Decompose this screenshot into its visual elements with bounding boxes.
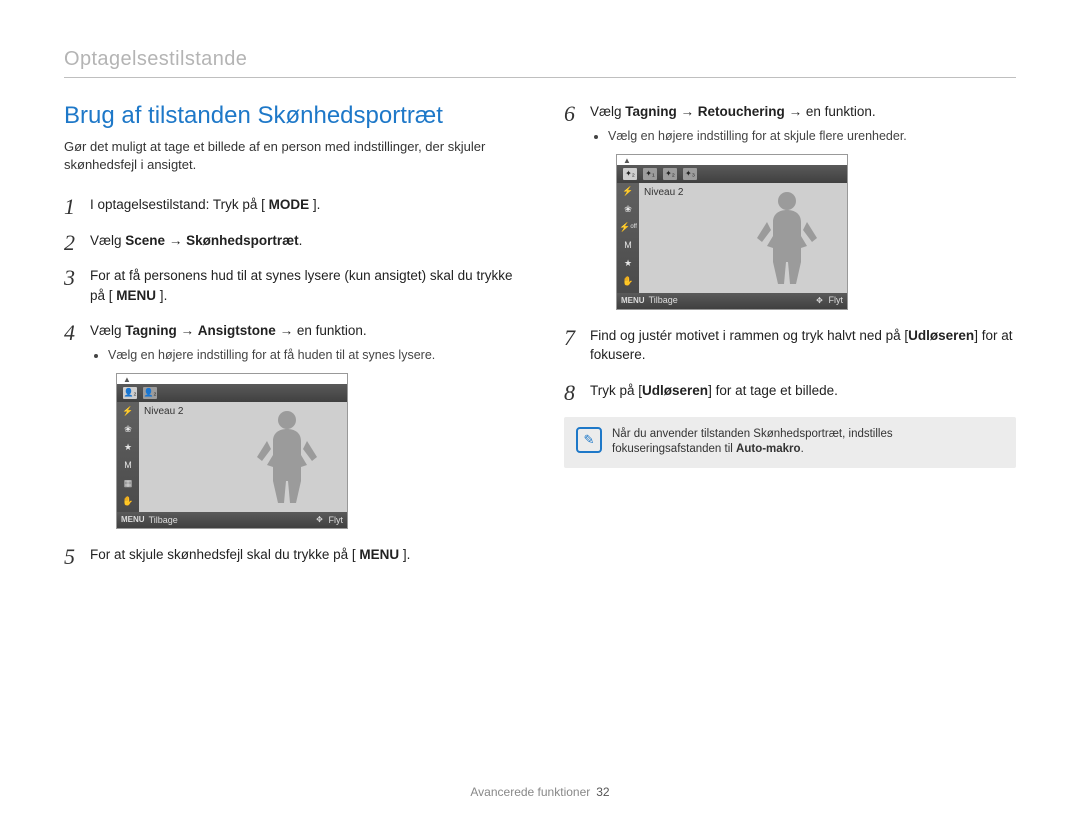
stabilizer-icon: ✋ bbox=[621, 276, 635, 288]
face-detect-icon: ★ bbox=[621, 258, 635, 270]
info-note: ✎ Når du anvender tilstanden Skønhedspor… bbox=[564, 417, 1016, 468]
right-column: 6 Vælg Tagning → Retouchering → en funkt… bbox=[564, 102, 1016, 468]
step-text: I optagelsestilstand: Tryk på bbox=[90, 197, 261, 212]
step-text: For at skjule skønhedsfejl skal du trykk… bbox=[90, 547, 352, 562]
cam-back-label: Tilbage bbox=[649, 294, 678, 307]
cam-sidebar: ⚡ ❀ ⚡off M ★ ✋ bbox=[617, 183, 639, 293]
camera-screenshot: ▲ ✦₂ ✦₁ ✦₂ ✦₃ ⚡ ❀ ⚡off M bbox=[616, 154, 848, 310]
cam-tab-bar: ✦₂ ✦₁ ✦₂ ✦₃ bbox=[617, 165, 847, 183]
menu-key: MENU bbox=[352, 547, 407, 562]
cam-move-label: Flyt bbox=[829, 294, 844, 307]
cam-tab-icon: 👤₂ bbox=[143, 387, 157, 399]
section-header: Optagelsestilstande bbox=[64, 48, 1016, 78]
cam-sidebar: ⚡ ❀ ★ M ▦ ✋ bbox=[117, 402, 139, 512]
sub-bullet: Vælg en højere indstilling for at skjule… bbox=[608, 128, 1016, 144]
note-text: Når du anvender tilstanden Skønhedsportr… bbox=[612, 427, 1004, 458]
cam-tab-bar: 👤₂ 👤₂ bbox=[117, 384, 347, 402]
menu-key: MENU bbox=[109, 288, 164, 303]
sub-bullet: Vælg en højere indstilling for at få hud… bbox=[108, 347, 516, 363]
page-title: Brug af tilstanden Skønhedsportræt bbox=[64, 102, 516, 130]
step-text: Vælg Tagning → Retouchering → en funktio… bbox=[590, 104, 876, 119]
cam-tab-icon: ✦₁ bbox=[643, 168, 657, 180]
person-silhouette-icon bbox=[252, 407, 322, 507]
cam-tab-icon: ✦₂ bbox=[663, 168, 677, 180]
cam-back-label: Tilbage bbox=[149, 514, 178, 527]
stabilizer-icon: ✋ bbox=[121, 495, 135, 507]
info-icon: ✎ bbox=[576, 427, 602, 453]
step-number: 3 bbox=[64, 262, 75, 294]
cam-menu-label: MENU bbox=[121, 514, 145, 526]
step-text: Vælg Tagning → Ansigtstone → en funktion… bbox=[90, 323, 367, 338]
cam-move-label: Flyt bbox=[329, 514, 344, 527]
cam-level-label: Niveau 2 bbox=[644, 186, 683, 201]
mode-key: MODE bbox=[261, 197, 317, 212]
steps-right: 6 Vælg Tagning → Retouchering → en funkt… bbox=[564, 102, 1016, 401]
camera-screenshot: ▲ 👤₂ 👤₂ ⚡ ❀ ★ M ▦ ✋ bbox=[116, 373, 348, 529]
step-number: 7 bbox=[564, 322, 575, 354]
flash-off-icon: ⚡off bbox=[621, 222, 635, 234]
page-footer: Avancerede funktioner32 bbox=[0, 785, 1080, 799]
scroll-up-indicator: ▲ bbox=[617, 155, 847, 165]
step-number: 8 bbox=[564, 377, 575, 409]
person-silhouette-icon bbox=[752, 188, 822, 288]
scroll-up-indicator: ▲ bbox=[117, 374, 347, 384]
step-number: 1 bbox=[64, 191, 75, 223]
face-detect-icon: ★ bbox=[121, 441, 135, 453]
cam-menu-label: MENU bbox=[621, 295, 645, 307]
nav-icon: ✥ bbox=[815, 296, 825, 306]
step-number: 4 bbox=[64, 317, 75, 349]
cam-tab-icon: ✦₃ bbox=[683, 168, 697, 180]
steps-left: 1 I optagelsestilstand: Tryk på MODE. 2 … bbox=[64, 195, 516, 565]
step-text: Tryk på [Udløseren] for at tage et bille… bbox=[590, 383, 838, 398]
focus-mode-icon: ❀ bbox=[121, 423, 135, 435]
step-number: 5 bbox=[64, 541, 75, 573]
flash-icon: ⚡ bbox=[621, 186, 635, 198]
cam-level-label: Niveau 2 bbox=[144, 405, 183, 420]
step-number: 2 bbox=[64, 227, 75, 259]
intro-text: Gør det muligt at tage et billede af en … bbox=[64, 138, 516, 173]
cam-tab-icon: 👤₂ bbox=[123, 387, 137, 399]
step-text: Find og justér motivet i rammen og tryk … bbox=[590, 328, 1012, 363]
resolution-icon: ▦ bbox=[121, 477, 135, 489]
step-number: 6 bbox=[564, 98, 575, 130]
metering-icon: M bbox=[621, 240, 635, 252]
cam-tab-icon: ✦₂ bbox=[623, 168, 637, 180]
left-column: Brug af tilstanden Skønhedsportræt Gør d… bbox=[64, 102, 516, 581]
flash-icon: ⚡ bbox=[121, 405, 135, 417]
focus-mode-icon: ❀ bbox=[621, 204, 635, 216]
step-text: Vælg Scene → Skønhedsportræt. bbox=[90, 233, 302, 248]
nav-icon: ✥ bbox=[315, 515, 325, 525]
metering-icon: M bbox=[121, 459, 135, 471]
